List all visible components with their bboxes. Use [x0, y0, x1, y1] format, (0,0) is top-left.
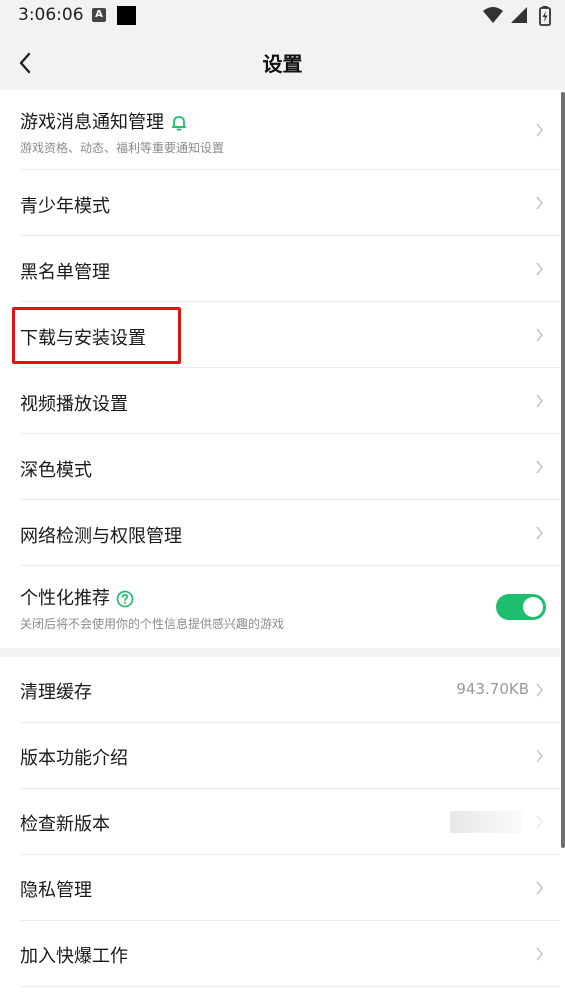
chevron-right-icon: [536, 196, 543, 210]
row-network-permissions[interactable]: 网络检测与权限管理: [0, 500, 560, 566]
row-title: 个性化推荐: [20, 588, 110, 609]
blurred-version-value: [450, 811, 522, 833]
row-title: 网络检测与权限管理: [20, 526, 182, 547]
chevron-right-icon: [536, 526, 543, 540]
row-check-update[interactable]: 检查新版本: [0, 789, 560, 855]
row-privacy-management[interactable]: 隐私管理: [0, 855, 560, 921]
row-blacklist[interactable]: 黑名单管理: [0, 236, 560, 302]
row-title: 加入快爆工作: [20, 946, 128, 967]
chevron-right-icon: [536, 947, 543, 961]
scrollbar-thumb[interactable]: [561, 92, 565, 848]
chevron-right-icon: [536, 815, 543, 829]
chevron-right-icon: [536, 749, 543, 763]
row-game-notification[interactable]: 游戏消息通知管理 游戏资格、动态、福利等重要通知设置: [0, 90, 560, 170]
row-version-features[interactable]: 版本功能介绍: [0, 723, 560, 789]
chevron-right-icon: [536, 262, 543, 276]
row-title: 游戏消息通知管理: [20, 112, 164, 133]
chevron-right-icon: [536, 394, 543, 408]
row-subtitle: 关闭后将不会使用你的个性信息提供感兴趣的游戏: [20, 617, 285, 631]
highlight-box: [12, 307, 181, 364]
bell-icon: [171, 116, 187, 131]
row-join-us[interactable]: 加入快爆工作: [0, 921, 560, 987]
row-subtitle: 游戏资格、动态、福利等重要通知设置: [20, 141, 225, 155]
row-title: 隐私管理: [20, 880, 92, 901]
chevron-right-icon: [536, 123, 543, 137]
status-bar: 3:06:06 A: [0, 0, 565, 34]
toggle-knob: [523, 597, 543, 617]
row-youth-mode[interactable]: 青少年模式: [0, 170, 560, 236]
row-dark-mode[interactable]: 深色模式: [0, 434, 560, 500]
chevron-right-icon: [536, 683, 543, 697]
signal-icon: [511, 7, 527, 23]
settings-group-1: 游戏消息通知管理 游戏资格、动态、福利等重要通知设置 青少年模式 黑名单管理 下…: [0, 90, 560, 648]
help-circle-icon[interactable]: [116, 590, 134, 608]
battery-icon: [539, 6, 551, 26]
row-title: 清理缓存: [20, 682, 92, 703]
nav-bar: 设置: [0, 34, 565, 90]
personalized-recommend-toggle[interactable]: [496, 594, 546, 620]
row-video-playback[interactable]: 视频播放设置: [0, 368, 560, 434]
chevron-right-icon: [536, 460, 543, 474]
row-title: 青少年模式: [20, 196, 110, 217]
settings-group-2: 清理缓存 943.70KB 版本功能介绍 检查新版本 隐私管理 加入快爆工作: [0, 657, 560, 1004]
page-title: 设置: [262, 52, 303, 76]
chevron-right-icon: [536, 328, 543, 342]
notification-square-icon: [117, 6, 136, 25]
row-title: 黑名单管理: [20, 262, 110, 283]
cache-size-value: 943.70KB: [456, 680, 529, 698]
row-title: 视频播放设置: [20, 394, 128, 415]
chevron-right-icon: [536, 881, 543, 895]
row-title: 深色模式: [20, 460, 92, 481]
status-time: 3:06:06: [18, 5, 84, 25]
row-title: 版本功能介绍: [20, 748, 128, 769]
wifi-icon: [483, 7, 503, 23]
row-title: 检查新版本: [20, 814, 110, 835]
notification-a-icon: A: [92, 8, 106, 22]
row-personalized-recommend: 个性化推荐 关闭后将不会使用你的个性信息提供感兴趣的游戏: [0, 566, 560, 648]
row-clear-cache[interactable]: 清理缓存 943.70KB: [0, 657, 560, 723]
